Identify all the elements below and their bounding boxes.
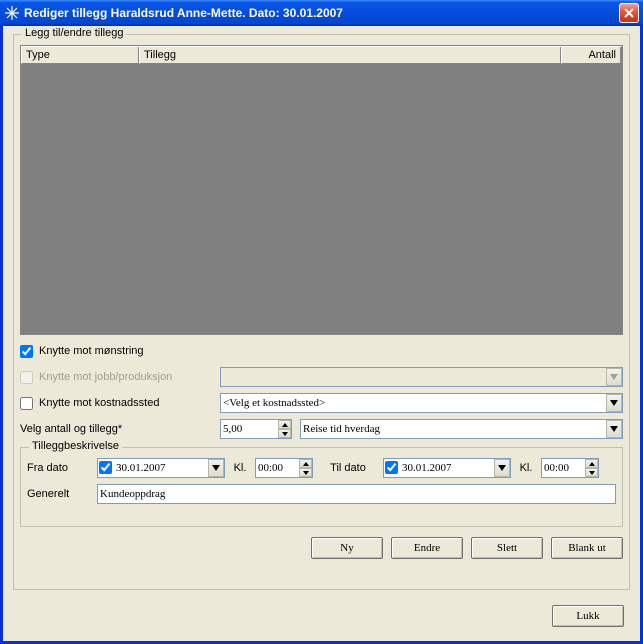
grid-col-antall[interactable]: Antall (561, 47, 621, 64)
group-legg-til: Legg til/endre tillegg Type Tillegg Anta… (13, 34, 630, 590)
group-beskrivelse: Tilleggbeskrivelse Fra dato Kl. (20, 447, 623, 527)
grid-col-tillegg[interactable]: Tillegg (139, 47, 561, 64)
til-dato-btn[interactable] (494, 459, 510, 477)
fra-dato-btn[interactable] (208, 459, 224, 477)
label-velg: Velg antall og tillegg* (20, 423, 220, 435)
button-slett[interactable]: Slett (471, 537, 543, 559)
spin-antall-up[interactable] (278, 420, 291, 429)
label-til-kl: Kl. (511, 462, 541, 474)
combo-kostnadssted-btn[interactable] (606, 394, 622, 412)
app-icon (4, 5, 20, 21)
label-fra-dato: Fra dato (27, 462, 97, 474)
input-generelt[interactable] (97, 484, 616, 504)
check-monstring[interactable] (20, 345, 33, 358)
combo-tillegg-btn[interactable] (606, 420, 622, 438)
label-jobb: Knytte mot jobb/produksjon (39, 371, 172, 383)
button-endre[interactable]: Endre (391, 537, 463, 559)
titlebar: Rediger tillegg Haraldsrud Anne-Mette. D… (0, 0, 643, 26)
spin-til-kl-up[interactable] (585, 459, 598, 468)
grid: Type Tillegg Antall (20, 45, 623, 335)
button-lukk[interactable]: Lukk (552, 605, 624, 627)
spin-til-kl-down[interactable] (585, 468, 598, 477)
close-button[interactable] (619, 3, 639, 23)
legend-beskrivelse: Tilleggbeskrivelse (29, 440, 122, 452)
spin-fra-kl-down[interactable] (299, 468, 312, 477)
check-jobb (20, 371, 33, 384)
grid-col-type[interactable]: Type (21, 47, 139, 64)
check-fra-dato[interactable] (99, 461, 112, 474)
label-til-dato: Til dato (313, 462, 383, 474)
check-til-dato[interactable] (385, 461, 398, 474)
spin-fra-kl-up[interactable] (299, 459, 312, 468)
input-til-dato[interactable] (383, 458, 511, 478)
grid-body[interactable] (21, 64, 622, 334)
combo-kostnadssted[interactable] (220, 393, 623, 413)
label-generelt: Generelt (27, 488, 97, 500)
button-ny[interactable]: Ny (311, 537, 383, 559)
combo-jobb-btn (606, 368, 622, 386)
label-fra-kl: Kl. (225, 462, 255, 474)
group-legend: Legg til/endre tillegg (22, 27, 126, 39)
label-kostnadssted: Knytte mot kostnadssted (39, 397, 159, 409)
spin-antall-down[interactable] (278, 429, 291, 438)
check-kostnadssted[interactable] (20, 397, 33, 410)
window-title: Rediger tillegg Haraldsrud Anne-Mette. D… (24, 6, 619, 20)
combo-jobb (220, 367, 623, 387)
label-monstring: Knytte mot mønstring (39, 345, 144, 357)
input-fra-dato[interactable] (97, 458, 225, 478)
button-blank[interactable]: Blank ut (551, 537, 623, 559)
combo-tillegg[interactable] (300, 419, 623, 439)
